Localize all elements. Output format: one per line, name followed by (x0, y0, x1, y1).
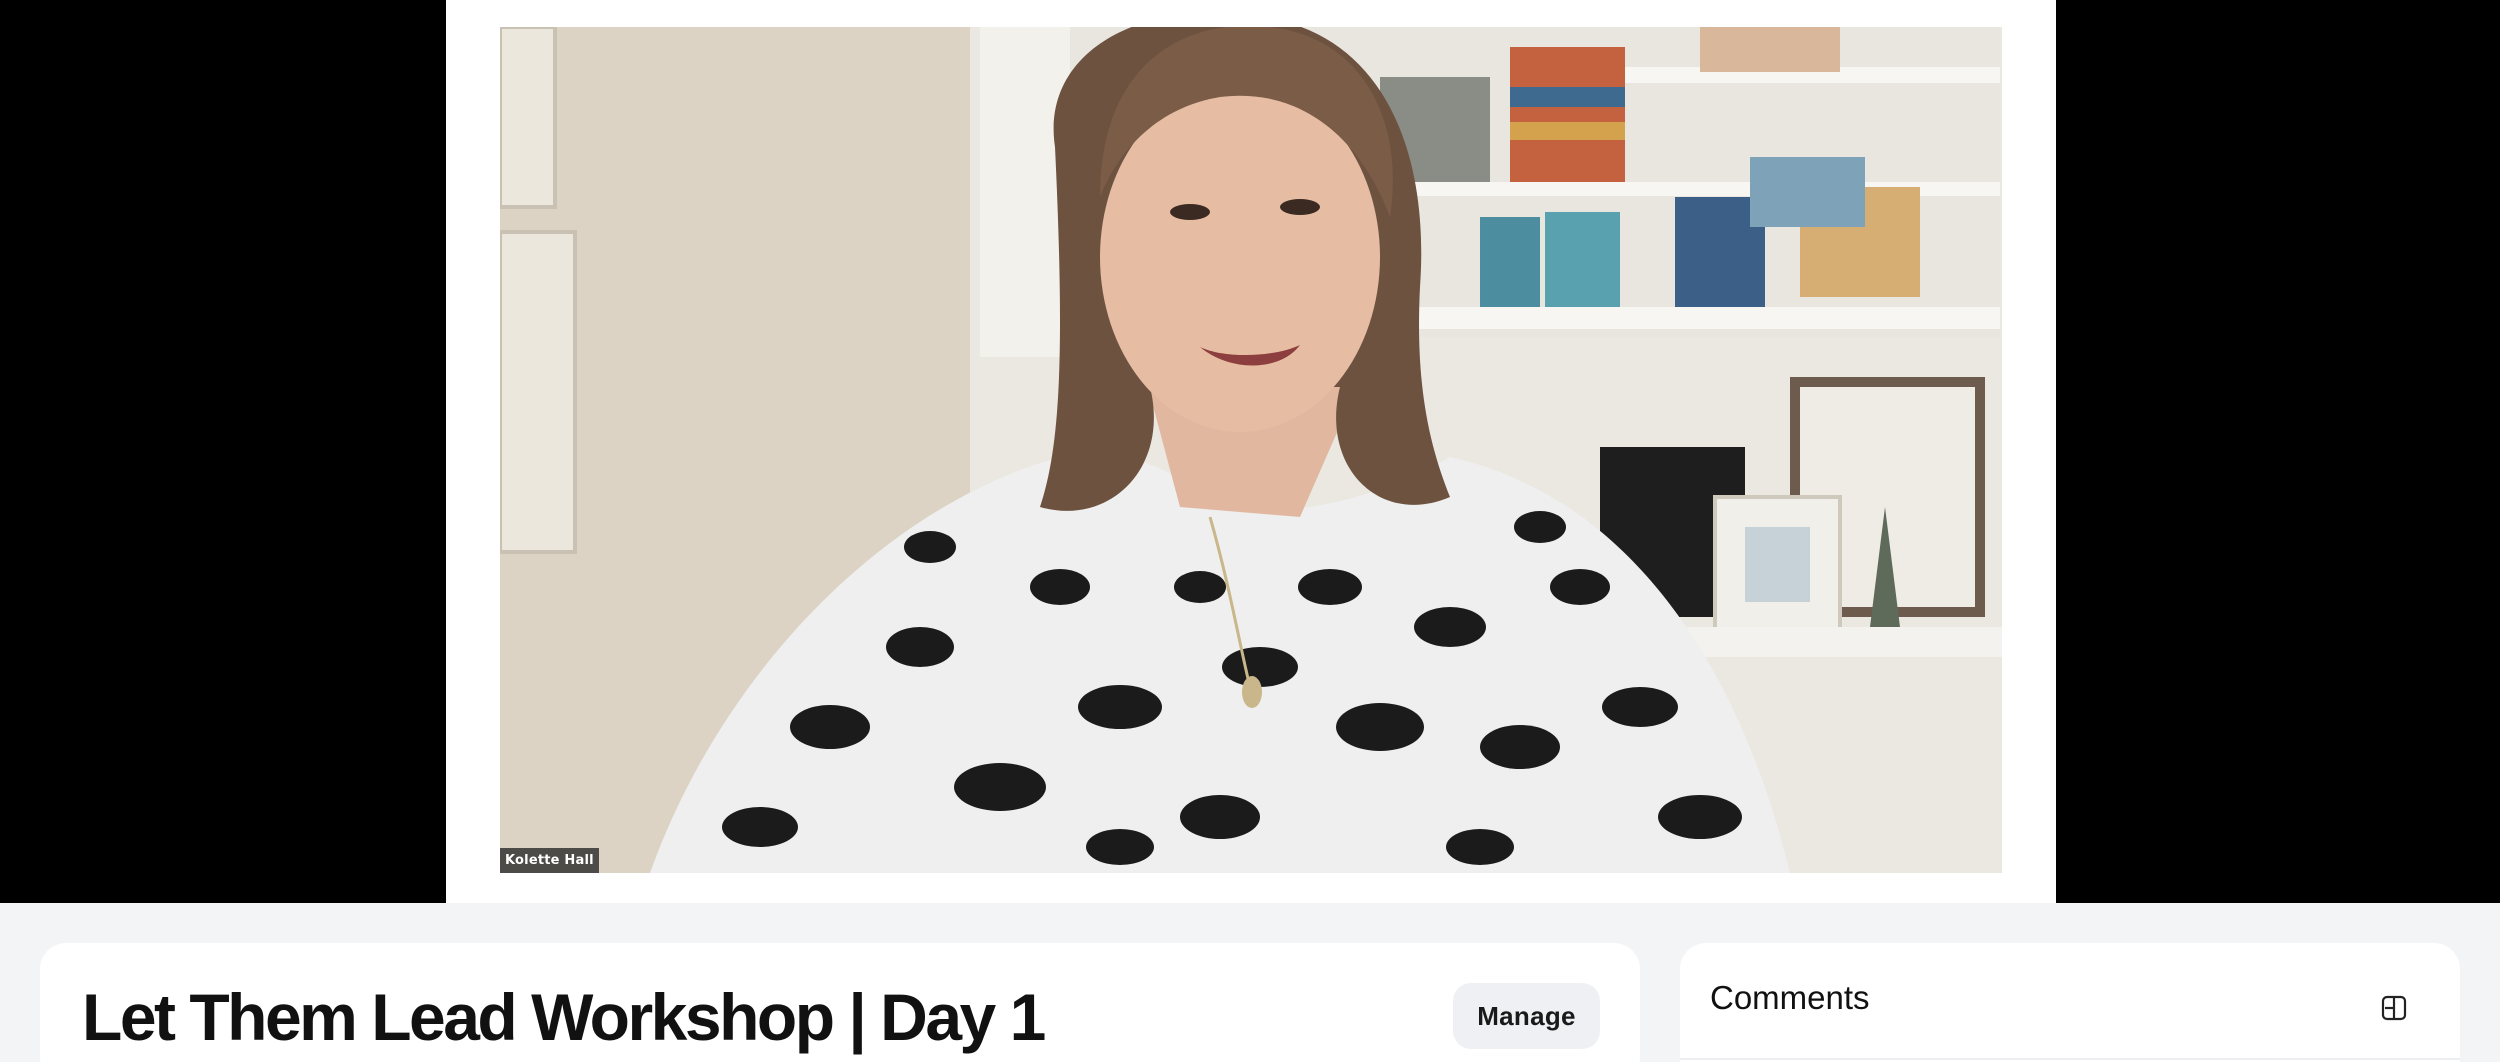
video-feed[interactable]: Kolette Hall (500, 27, 2002, 873)
comments-divider (1680, 1058, 2460, 1060)
comments-panel: Comments (1680, 943, 2460, 1062)
event-info-card: Let Them Lead Workshop | Day 1 Manage (40, 943, 1640, 1062)
comments-title: Comments (1710, 979, 1870, 1016)
panel-toggle-icon (2381, 995, 2407, 1021)
video-frame: Kolette Hall (446, 0, 2056, 903)
speaker-video-image (500, 27, 2002, 873)
manage-button[interactable]: Manage (1453, 983, 1600, 1049)
event-title: Let Them Lead Workshop | Day 1 (82, 980, 1046, 1054)
participant-name-tag: Kolette Hall (500, 848, 599, 873)
video-stage[interactable]: Kolette Hall (0, 0, 2500, 903)
panel-toggle-button[interactable] (2377, 991, 2411, 1025)
